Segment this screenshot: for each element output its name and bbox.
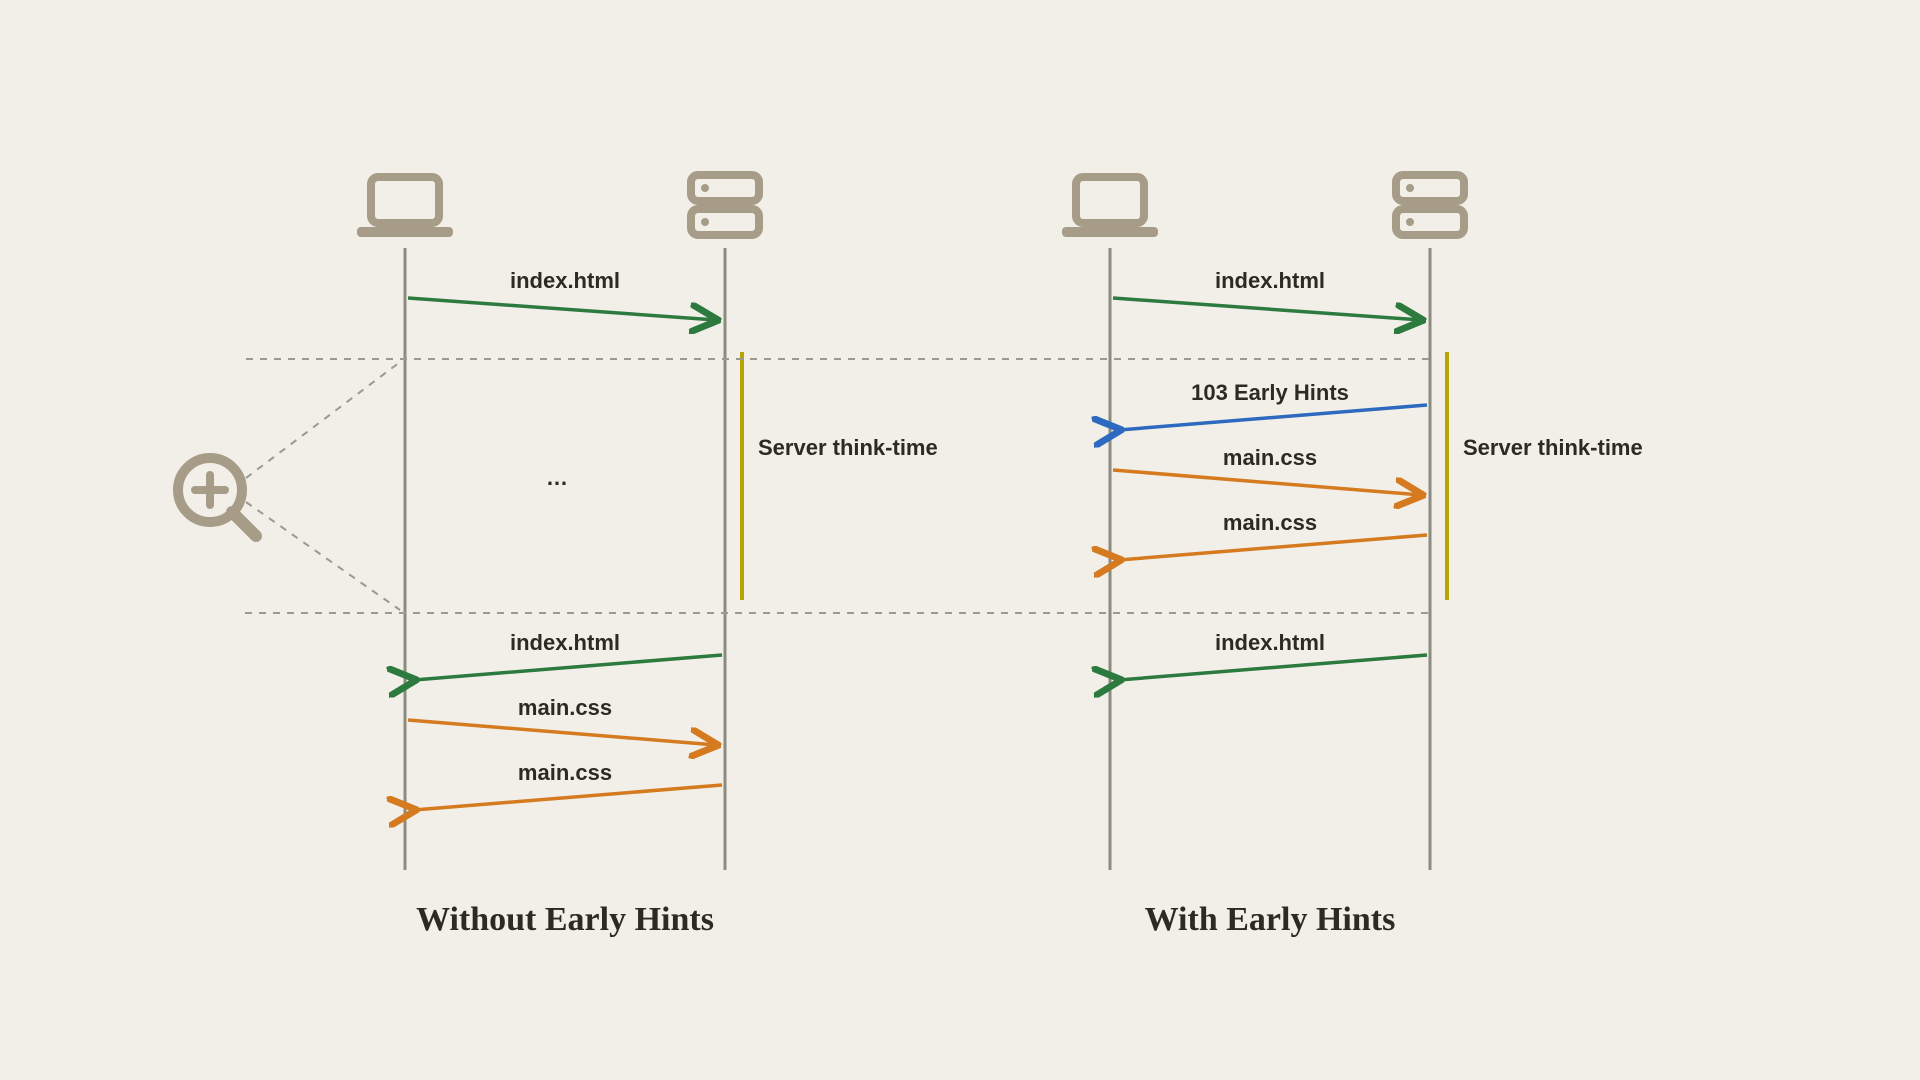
label-request-index: index.html <box>510 268 620 293</box>
label-response-index: index.html <box>1215 630 1325 655</box>
panel-title-without: Without Early Hints <box>416 901 714 938</box>
laptop-icon <box>1062 177 1158 237</box>
label-response-index: index.html <box>510 630 620 655</box>
arrow-request-index <box>1113 298 1421 320</box>
label-request-css: main.css <box>518 695 612 720</box>
server-icon <box>691 175 759 235</box>
arrow-early-hints <box>1119 405 1427 430</box>
laptop-icon <box>357 177 453 237</box>
arrow-request-css <box>1113 470 1421 495</box>
zoom-in-icon <box>178 362 400 610</box>
label-response-css: main.css <box>1223 510 1317 535</box>
label-request-css: main.css <box>1223 445 1317 470</box>
label-request-index: index.html <box>1215 268 1325 293</box>
label-early-hints: 103 Early Hints <box>1191 380 1349 405</box>
arrow-response-index <box>1119 655 1427 680</box>
label-think-time: Server think-time <box>1463 435 1643 460</box>
label-response-css: main.css <box>518 760 612 785</box>
panel-without-early-hints: index.html Server think-time … index.htm… <box>357 175 938 938</box>
early-hints-diagram: index.html Server think-time … index.htm… <box>0 0 1920 1080</box>
arrow-response-index <box>414 655 722 680</box>
label-think-time: Server think-time <box>758 435 938 460</box>
panel-title-with: With Early Hints <box>1145 901 1396 938</box>
arrow-response-css <box>414 785 722 810</box>
arrow-request-css <box>408 720 716 745</box>
arrow-response-css <box>1119 535 1427 560</box>
arrow-request-index <box>408 298 716 320</box>
panel-with-early-hints: index.html Server think-time 103 Early H… <box>1062 175 1643 938</box>
idle-indicator: … <box>546 465 568 490</box>
server-icon <box>1396 175 1464 235</box>
